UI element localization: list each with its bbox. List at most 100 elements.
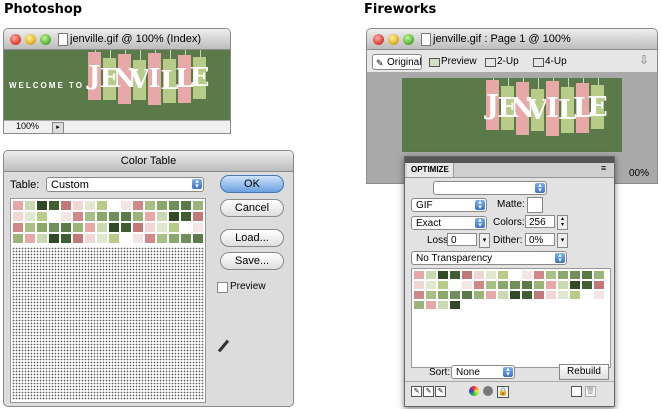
matte-color-well[interactable]	[527, 197, 543, 213]
color-swatch[interactable]	[156, 200, 168, 211]
color-swatch[interactable]	[437, 270, 449, 280]
sort-select[interactable]: None ▴ ▾	[451, 365, 515, 379]
cancel-button[interactable]: Cancel	[220, 199, 284, 217]
color-swatch[interactable]	[132, 222, 144, 233]
color-swatch[interactable]	[533, 290, 545, 300]
color-swatch[interactable]	[168, 222, 180, 233]
color-swatch[interactable]	[60, 222, 72, 233]
colors-field[interactable]: 256	[525, 215, 555, 228]
close-button[interactable]	[10, 34, 21, 45]
color-swatch[interactable]	[24, 222, 36, 233]
color-swatch[interactable]	[192, 211, 204, 222]
color-swatch[interactable]	[84, 222, 96, 233]
color-swatch[interactable]	[497, 280, 509, 290]
color-swatch[interactable]	[461, 290, 473, 300]
color-swatch[interactable]	[48, 200, 60, 211]
color-swatch[interactable]	[180, 222, 192, 233]
color-swatch[interactable]	[425, 280, 437, 290]
color-swatch[interactable]	[533, 280, 545, 290]
table-select[interactable]: Custom ▴ ▾	[46, 177, 204, 192]
color-swatch[interactable]	[557, 280, 569, 290]
eyedropper-icon[interactable]	[217, 339, 230, 353]
web-snap-icon[interactable]	[469, 386, 479, 396]
settings-preset-select[interactable]: ▴ ▾	[433, 181, 547, 195]
format-select[interactable]: GIF ▴ ▾	[411, 198, 487, 212]
color-swatch[interactable]	[156, 233, 168, 244]
color-swatch[interactable]	[108, 211, 120, 222]
color-swatch[interactable]	[557, 290, 569, 300]
color-swatch[interactable]	[36, 222, 48, 233]
color-swatch[interactable]	[509, 280, 521, 290]
color-swatch[interactable]	[413, 290, 425, 300]
color-swatch[interactable]	[180, 233, 192, 244]
color-swatch[interactable]	[156, 211, 168, 222]
color-swatch[interactable]	[473, 270, 485, 280]
add-transparent-icon[interactable]: ✎	[435, 386, 446, 397]
fw-zoom-level[interactable]: 00%	[629, 168, 649, 179]
loss-slider-toggle[interactable]: ▾	[479, 233, 490, 248]
color-swatch[interactable]	[48, 211, 60, 222]
close-button[interactable]	[373, 34, 384, 45]
color-swatch[interactable]	[485, 280, 497, 290]
color-swatch[interactable]	[96, 233, 108, 244]
color-swatch[interactable]	[413, 300, 425, 310]
color-swatch[interactable]	[593, 290, 605, 300]
color-swatch[interactable]	[521, 270, 533, 280]
color-swatch[interactable]	[569, 290, 581, 300]
color-table-titlebar[interactable]: Color Table	[4, 151, 293, 172]
rebuild-button[interactable]: Rebuild	[559, 364, 609, 380]
color-swatch[interactable]	[497, 290, 509, 300]
export-icon[interactable]: ⇩	[639, 53, 649, 67]
color-swatch[interactable]	[533, 270, 545, 280]
color-swatch[interactable]	[108, 222, 120, 233]
color-swatch[interactable]	[192, 200, 204, 211]
color-swatch[interactable]	[545, 270, 557, 280]
panel-menu-icon[interactable]: ≡	[601, 163, 606, 173]
preview-checkbox[interactable]	[217, 282, 228, 293]
color-swatch[interactable]	[72, 211, 84, 222]
color-swatch-area[interactable]	[10, 198, 206, 403]
color-swatch[interactable]	[120, 222, 132, 233]
status-menu-icon[interactable]: ▸	[52, 122, 64, 133]
color-swatch[interactable]	[96, 211, 108, 222]
color-swatch[interactable]	[132, 211, 144, 222]
color-swatch[interactable]	[581, 270, 593, 280]
color-swatch[interactable]	[449, 300, 461, 310]
color-swatch[interactable]	[509, 270, 521, 280]
color-swatch[interactable]	[36, 211, 48, 222]
color-swatch[interactable]	[144, 211, 156, 222]
color-swatch[interactable]	[545, 280, 557, 290]
color-swatch[interactable]	[36, 200, 48, 211]
color-swatch[interactable]	[120, 211, 132, 222]
color-swatch[interactable]	[60, 211, 72, 222]
color-swatch[interactable]	[521, 280, 533, 290]
color-swatch[interactable]	[108, 233, 120, 244]
color-swatch[interactable]	[425, 270, 437, 280]
color-swatch[interactable]	[569, 270, 581, 280]
color-swatch[interactable]	[120, 200, 132, 211]
color-swatch[interactable]	[593, 270, 605, 280]
color-swatch[interactable]	[60, 200, 72, 211]
color-swatch[interactable]	[24, 200, 36, 211]
tab-preview[interactable]: Preview	[429, 54, 481, 70]
colors-stepper[interactable]: ▴ ▾	[557, 215, 568, 230]
tab-original[interactable]: ✎ Original	[372, 54, 422, 70]
trash-icon[interactable]: 🗑	[585, 386, 596, 397]
color-swatch[interactable]	[192, 233, 204, 244]
color-swatch[interactable]	[168, 233, 180, 244]
zoom-button[interactable]	[40, 34, 51, 45]
color-swatch[interactable]	[485, 290, 497, 300]
lock-icon[interactable]: 🔒	[497, 386, 509, 398]
color-swatch[interactable]	[437, 290, 449, 300]
palette-select[interactable]: Exact ▴ ▾	[411, 216, 487, 230]
color-swatch[interactable]	[449, 270, 461, 280]
dither-slider-toggle[interactable]: ▾	[557, 233, 568, 248]
loss-field[interactable]: 0	[447, 233, 477, 246]
color-swatch[interactable]	[461, 270, 473, 280]
minimize-button[interactable]	[25, 34, 36, 45]
color-swatch[interactable]	[413, 280, 425, 290]
color-swatch[interactable]	[449, 290, 461, 300]
color-swatch-grid[interactable]	[12, 200, 204, 244]
zoom-button[interactable]	[403, 34, 414, 45]
color-swatch[interactable]	[180, 200, 192, 211]
